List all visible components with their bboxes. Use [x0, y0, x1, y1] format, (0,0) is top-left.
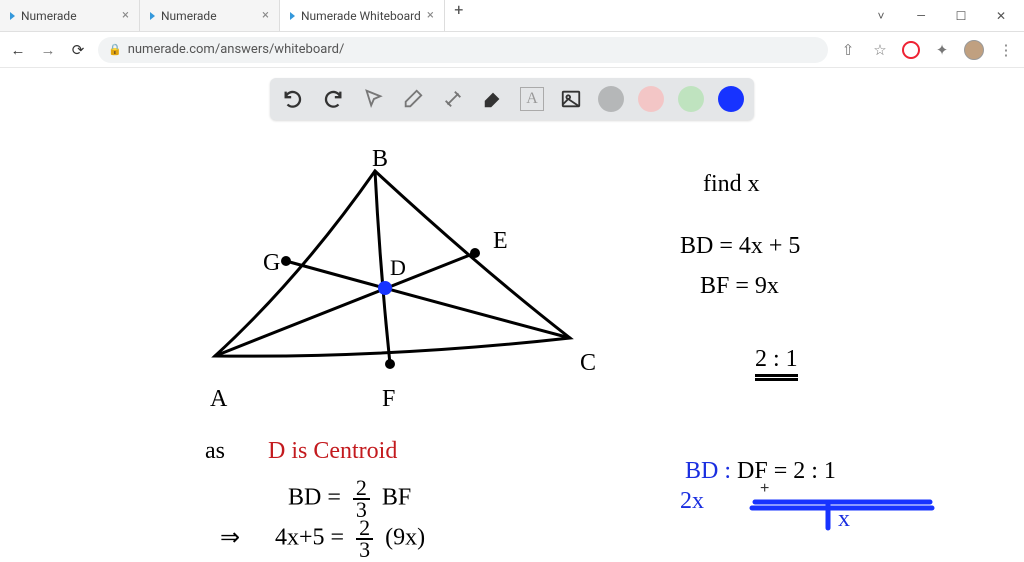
- text-equation: 4x+5 = 23 (9x): [275, 518, 425, 560]
- text-2x: 2x: [680, 488, 704, 515]
- navbar-right: ⇧ ☆ ✦ ⋮: [838, 40, 1016, 60]
- label-c: C: [580, 350, 596, 377]
- numerade-icon: [150, 12, 155, 20]
- url-text: numerade.com/answers/whiteboard/: [128, 42, 345, 57]
- triangle-figure: [0, 128, 620, 448]
- close-button[interactable]: ✕: [982, 2, 1020, 30]
- back-button[interactable]: ←: [8, 41, 28, 59]
- numerade-icon: [10, 12, 15, 20]
- whiteboard-canvas[interactable]: A B C D E F G find x BD = 4x + 5 BF = 9x…: [0, 68, 1024, 550]
- label-b: B: [372, 146, 388, 173]
- tab-whiteboard[interactable]: Numerade Whiteboard ×: [280, 0, 445, 31]
- opera-icon[interactable]: [902, 41, 920, 59]
- browser-navbar: ← → ⟳ 🔒 numerade.com/answers/whiteboard/…: [0, 32, 1024, 68]
- text-find-x: find x: [703, 171, 760, 198]
- text-implies: ⇒: [220, 523, 240, 552]
- tab-label: Numerade: [161, 9, 217, 23]
- cursor-crosshair: +: [760, 480, 769, 498]
- text-centroid: D is Centroid: [268, 438, 397, 465]
- label-e: E: [493, 228, 508, 255]
- text-bf-eq: BF = 9x: [700, 273, 779, 300]
- page-content: A A B C: [0, 68, 1024, 550]
- tab-label: Numerade: [21, 9, 77, 23]
- window-controls: ˅ — ☐ ✕: [862, 2, 1024, 30]
- tab-numerade-1[interactable]: Numerade ×: [0, 0, 140, 31]
- label-d: D: [390, 255, 406, 281]
- text-bd-eq: BD = 4x + 5: [680, 233, 800, 260]
- text-ratio: 2 : 1: [755, 346, 798, 381]
- extensions-icon[interactable]: ✦: [932, 41, 952, 59]
- reload-button[interactable]: ⟳: [68, 41, 88, 59]
- lock-icon: 🔒: [108, 43, 122, 56]
- close-icon[interactable]: ×: [262, 8, 269, 23]
- close-icon[interactable]: ×: [427, 8, 434, 23]
- label-a: A: [210, 386, 227, 413]
- minimize-button[interactable]: —: [902, 2, 940, 30]
- star-icon[interactable]: ☆: [870, 41, 890, 59]
- menu-icon[interactable]: ⋮: [996, 41, 1016, 59]
- forward-button[interactable]: →: [38, 41, 58, 59]
- share-icon[interactable]: ⇧: [838, 41, 858, 59]
- label-g: G: [263, 250, 280, 277]
- close-icon[interactable]: ×: [122, 8, 129, 23]
- text-bd-bf: BD = 23 BF: [288, 478, 411, 520]
- new-tab-button[interactable]: +: [445, 0, 473, 31]
- text-as: as: [205, 438, 225, 465]
- window-titlebar: Numerade × Numerade × Numerade Whiteboar…: [0, 0, 1024, 32]
- ratio-underline: [680, 488, 940, 548]
- numerade-icon: [290, 12, 295, 20]
- tab-numerade-2[interactable]: Numerade ×: [140, 0, 280, 31]
- text-x: x: [838, 506, 850, 533]
- tab-label: Numerade Whiteboard: [301, 9, 421, 23]
- tab-strip: Numerade × Numerade × Numerade Whiteboar…: [0, 0, 862, 31]
- label-f: F: [382, 386, 395, 413]
- maximize-button[interactable]: ☐: [942, 2, 980, 30]
- avatar[interactable]: [964, 40, 984, 60]
- address-bar[interactable]: 🔒 numerade.com/answers/whiteboard/: [98, 37, 828, 63]
- chevron-down-icon[interactable]: ˅: [862, 2, 900, 30]
